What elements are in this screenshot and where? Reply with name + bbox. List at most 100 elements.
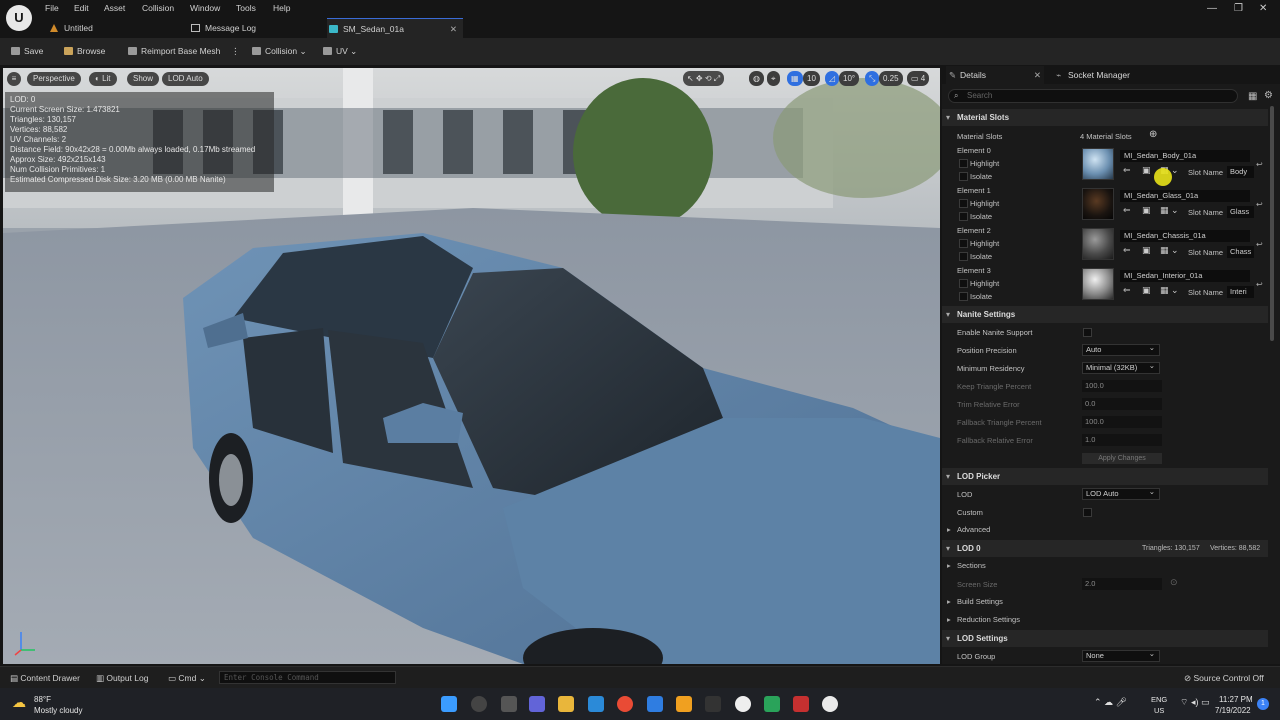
lod-group-dropdown[interactable]: None	[1082, 649, 1160, 662]
browse-asset-icon[interactable]: ▣	[1142, 245, 1151, 256]
mesh-viewport[interactable]: ≡ Perspective ◐ Lit Show LOD Auto ↖ ✥ ⟲ …	[3, 68, 940, 664]
position-precision-dropdown[interactable]: Auto	[1082, 343, 1160, 356]
menu-edit[interactable]: Edit	[74, 3, 89, 13]
lod-auto-button[interactable]: LOD Auto	[162, 72, 209, 86]
more-options-icon[interactable]: ⋮	[231, 46, 240, 57]
enable-nanite-checkbox[interactable]	[1083, 328, 1092, 337]
reset-to-default-icon[interactable]: ↩	[1256, 280, 1263, 289]
sections-row[interactable]: ▸ Sections	[942, 557, 1268, 575]
browse-asset-icon[interactable]: ▣	[1142, 285, 1151, 296]
mail-icon[interactable]	[588, 696, 604, 712]
collision-dropdown[interactable]: Collision ⌄	[252, 46, 307, 57]
fallback-triangle-field[interactable]: 100.0	[1082, 416, 1162, 428]
menu-file[interactable]: File	[45, 3, 59, 13]
surface-snap-icon[interactable]: ⌖	[767, 71, 780, 86]
tab-sm-sedan[interactable]: SM_Sedan_01a ✕	[327, 18, 463, 38]
search-taskbar-icon[interactable]	[471, 696, 487, 712]
lod0-section[interactable]: LOD 0 Triangles: 130,157 Vertices: 88,58…	[942, 540, 1268, 557]
isolate-checkbox[interactable]	[959, 252, 968, 261]
reduction-settings-row[interactable]: ▸ Reduction Settings	[942, 611, 1268, 629]
build-settings-row[interactable]: ▸ Build Settings	[942, 593, 1268, 611]
file-explorer-icon[interactable]	[558, 696, 574, 712]
material-options-icon[interactable]: ▦ ⌄	[1160, 245, 1179, 256]
output-log-button[interactable]: ▥ Output Log	[96, 673, 148, 684]
material-name-field[interactable]: MI_Sedan_Body_01a	[1120, 150, 1250, 162]
grid-snap-value[interactable]: 10	[803, 71, 820, 86]
menu-tools[interactable]: Tools	[236, 3, 256, 13]
rotation-snap-icon[interactable]: ◿	[825, 71, 840, 86]
rotation-snap-value[interactable]: 10°	[839, 71, 860, 86]
reset-to-default-icon[interactable]: ↩	[1256, 200, 1263, 209]
content-drawer-button[interactable]: ▤ Content Drawer	[10, 673, 80, 684]
isolate-checkbox[interactable]	[959, 212, 968, 221]
advanced-row[interactable]: ▸ Advanced	[942, 521, 1268, 539]
close-window-icon[interactable]: ✕	[1259, 3, 1267, 14]
material-options-icon[interactable]: ▦ ⌄	[1160, 285, 1179, 296]
restore-icon[interactable]: ❐	[1234, 3, 1243, 14]
use-selected-icon[interactable]: ⇐	[1123, 205, 1131, 216]
reset-icon[interactable]: ⊙	[1170, 577, 1178, 588]
teams-icon[interactable]	[529, 696, 545, 712]
use-selected-icon[interactable]: ⇐	[1123, 285, 1131, 296]
lang-region[interactable]: US	[1154, 706, 1164, 715]
tab-untitled[interactable]: Untitled	[48, 18, 188, 38]
isolate-checkbox[interactable]	[959, 292, 968, 301]
recorder-icon[interactable]	[793, 696, 809, 712]
isolate-checkbox[interactable]	[959, 172, 968, 181]
clock-date[interactable]: 7/19/2022	[1215, 706, 1251, 715]
close-tab-icon[interactable]: ✕	[450, 19, 457, 39]
material-options-icon[interactable]: ▦ ⌄	[1160, 205, 1179, 216]
weather-icon[interactable]: ☁	[12, 694, 26, 711]
uv-dropdown[interactable]: UV ⌄	[323, 46, 357, 57]
close-details-icon[interactable]: ✕	[1034, 66, 1041, 84]
material-name-field[interactable]: MI_Sedan_Chassis_01a	[1120, 230, 1250, 242]
material-thumbnail[interactable]	[1082, 268, 1114, 300]
save-button[interactable]: Save	[11, 46, 43, 56]
menu-window[interactable]: Window	[190, 3, 220, 13]
viewport-menu-icon[interactable]: ≡	[7, 72, 21, 86]
tab-socket-manager[interactable]: ⌁ Socket Manager	[1056, 66, 1130, 84]
browse-asset-icon[interactable]: ▣	[1142, 165, 1151, 176]
material-slots-section[interactable]: Material Slots	[942, 109, 1268, 126]
source-control-button[interactable]: ⊘ Source Control Off	[1184, 673, 1264, 684]
details-scrollbar[interactable]	[1270, 106, 1274, 341]
menu-asset[interactable]: Asset	[104, 3, 125, 13]
tab-details[interactable]: ✎ Details ✕	[946, 66, 1044, 84]
browse-asset-icon[interactable]: ▣	[1142, 205, 1151, 216]
nanite-settings-section[interactable]: Nanite Settings	[942, 306, 1268, 323]
material-thumbnail[interactable]	[1082, 228, 1114, 260]
slot-name-field[interactable]: Body	[1227, 166, 1254, 178]
trim-error-field[interactable]: 0.0	[1082, 398, 1162, 410]
slot-name-field[interactable]: Interi	[1227, 286, 1254, 298]
reset-to-default-icon[interactable]: ↩	[1256, 240, 1263, 249]
lod-dropdown[interactable]: LOD Auto	[1082, 487, 1160, 500]
custom-checkbox[interactable]	[1083, 508, 1092, 517]
reimport-button[interactable]: Reimport Base Mesh	[128, 46, 220, 56]
highlight-checkbox[interactable]	[959, 199, 968, 208]
lit-button[interactable]: ◐ Lit	[89, 72, 117, 86]
sublime-icon[interactable]	[676, 696, 692, 712]
min-residency-dropdown[interactable]: Minimal (32KB)	[1082, 361, 1160, 374]
use-selected-icon[interactable]: ⇐	[1123, 165, 1131, 176]
cmd-dropdown[interactable]: ▭ Cmd ⌄	[168, 673, 206, 684]
epic-games-icon[interactable]	[705, 696, 721, 712]
screen-size-field[interactable]: 2.0	[1082, 578, 1162, 590]
minimize-icon[interactable]: —	[1207, 3, 1217, 14]
tab-message-log[interactable]: Message Log	[189, 18, 325, 38]
unreal-logo-icon[interactable]: U	[6, 5, 32, 31]
notification-badge[interactable]: 1	[1257, 698, 1269, 710]
clock-time[interactable]: 11:27 PM	[1219, 695, 1253, 704]
lang-code[interactable]: ENG	[1151, 695, 1167, 704]
terminal-icon[interactable]	[764, 696, 780, 712]
menu-collision[interactable]: Collision	[142, 3, 174, 13]
fallback-error-field[interactable]: 1.0	[1082, 434, 1162, 446]
material-name-field[interactable]: MI_Sedan_Interior_01a	[1120, 270, 1250, 282]
settings-gear-icon[interactable]: ⚙	[1264, 90, 1273, 101]
reset-to-default-icon[interactable]: ↩	[1256, 160, 1263, 169]
slot-name-field[interactable]: Chass	[1227, 246, 1254, 258]
table-view-icon[interactable]: ▦	[1248, 91, 1257, 102]
highlight-checkbox[interactable]	[959, 239, 968, 248]
grid-snap-icon[interactable]: ▦	[787, 71, 803, 86]
console-command-input[interactable]: Enter Console Command	[219, 671, 396, 684]
scale-snap-value[interactable]: 0.25	[879, 71, 903, 86]
